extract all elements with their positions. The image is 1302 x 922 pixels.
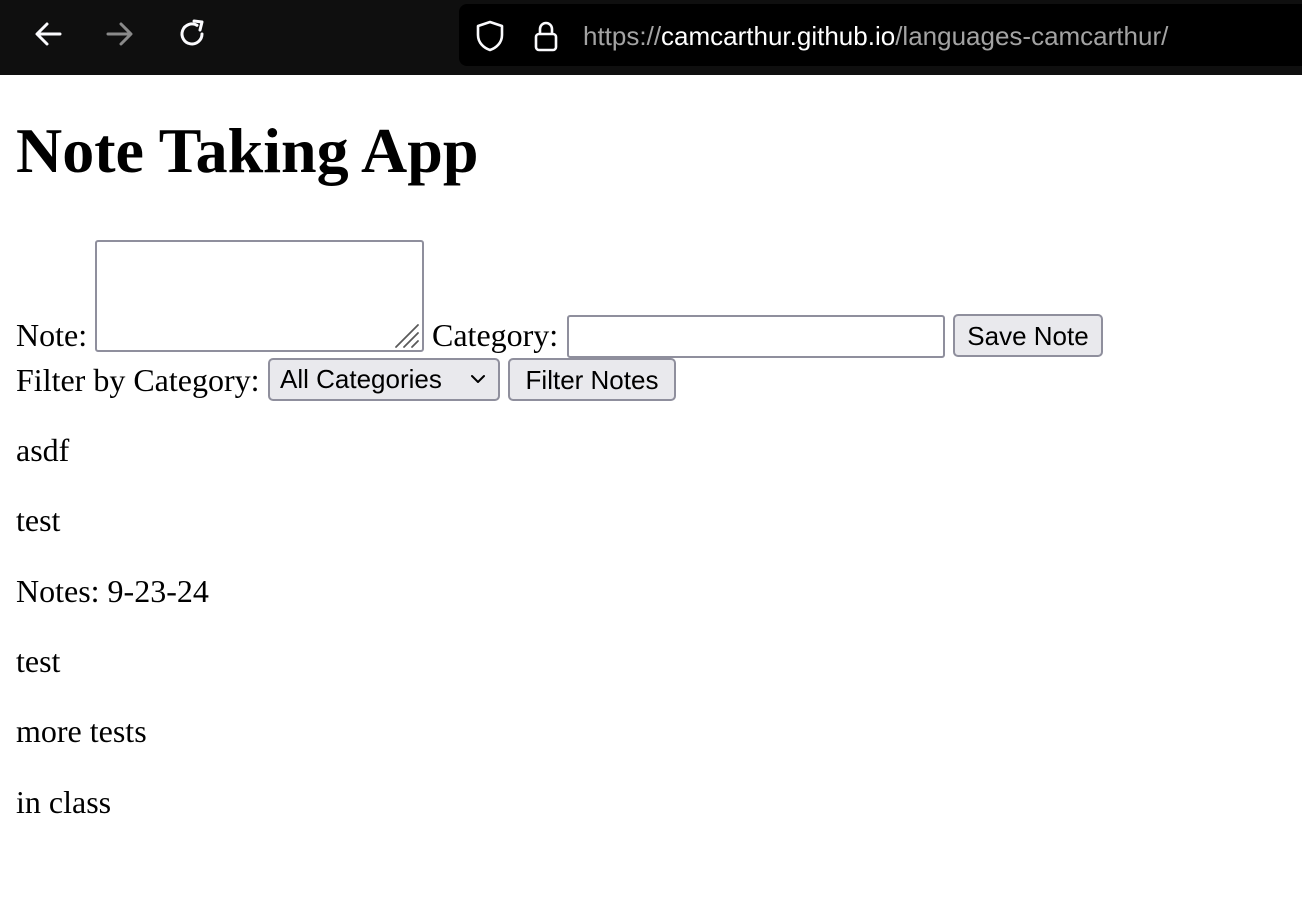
url-text[interactable]: https://camcarthur.github.io/languages-c… <box>583 19 1168 53</box>
url-host: camcarthur.github.io <box>661 21 896 51</box>
back-button[interactable] <box>28 14 68 54</box>
note-item: more tests <box>16 713 147 749</box>
reload-icon <box>180 19 204 46</box>
note-item: test <box>16 643 61 679</box>
category-label: Category: <box>432 317 559 353</box>
reload-button[interactable] <box>172 14 212 54</box>
page-content: Note Taking App Note: Category: Save Not… <box>0 75 1302 922</box>
category-input[interactable] <box>567 315 945 358</box>
forward-button[interactable] <box>100 14 140 54</box>
note-item: asdf <box>16 432 70 468</box>
filter-label: Filter by Category: <box>16 362 260 398</box>
category-filter-selected: All Categories <box>280 364 442 394</box>
filter-notes-button[interactable]: Filter Notes <box>508 358 676 401</box>
chevron-down-icon <box>471 375 485 383</box>
lock-icon[interactable] <box>529 19 563 53</box>
note-label: Note: <box>16 317 88 353</box>
url-scheme: https:// <box>583 21 662 51</box>
page-title: Note Taking App <box>16 115 479 186</box>
note-textarea[interactable] <box>95 240 424 352</box>
browser-toolbar: https://camcarthur.github.io/languages-c… <box>0 0 1302 75</box>
save-note-button[interactable]: Save Note <box>953 314 1103 357</box>
note-item: Notes: 9-23-24 <box>16 573 209 609</box>
url-path: /languages-camcarthur/ <box>895 21 1169 51</box>
category-filter-select[interactable]: All Categories <box>268 358 500 401</box>
note-item: in class <box>16 784 112 820</box>
forward-arrow-icon <box>106 22 133 46</box>
note-item: test <box>16 502 61 538</box>
url-bar[interactable]: https://camcarthur.github.io/languages-c… <box>459 4 1302 66</box>
shield-icon[interactable] <box>473 19 507 53</box>
back-arrow-icon <box>35 22 62 46</box>
